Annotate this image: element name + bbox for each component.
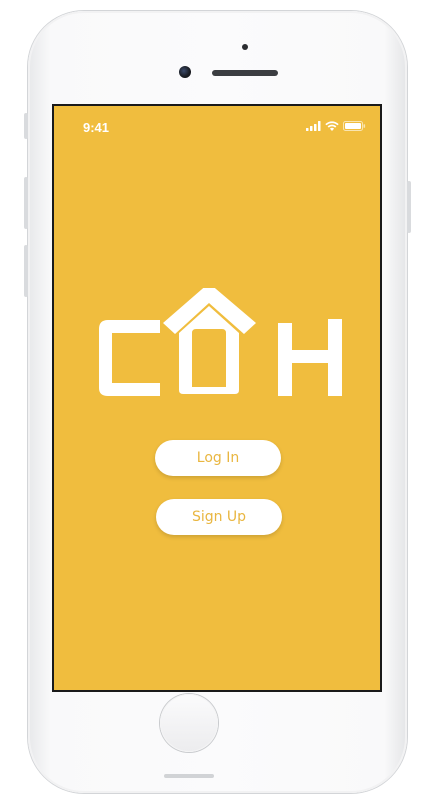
status-bar: 9:41 [54,106,380,146]
front-camera [179,66,191,78]
sign-up-button[interactable]: Sign Up [156,499,282,535]
cellular-signal-icon [306,118,321,136]
battery-icon [343,118,366,136]
side-button-power [407,181,411,233]
side-button-volume-down [24,245,28,297]
proximity-sensor [242,44,248,50]
coh-logo-mark [99,283,342,396]
home-button[interactable] [160,694,218,752]
side-button-silent [24,113,28,139]
coh-logo [96,283,346,398]
app-screen: 9:41 Log In Sign Up [52,104,382,692]
status-time: 9:41 [83,120,110,135]
side-button-volume-up [24,177,28,229]
status-icons [306,121,366,133]
earpiece-speaker [212,70,278,76]
bottom-edge-bar [164,774,214,778]
log-in-button[interactable]: Log In [155,440,281,476]
wifi-icon [325,118,339,136]
